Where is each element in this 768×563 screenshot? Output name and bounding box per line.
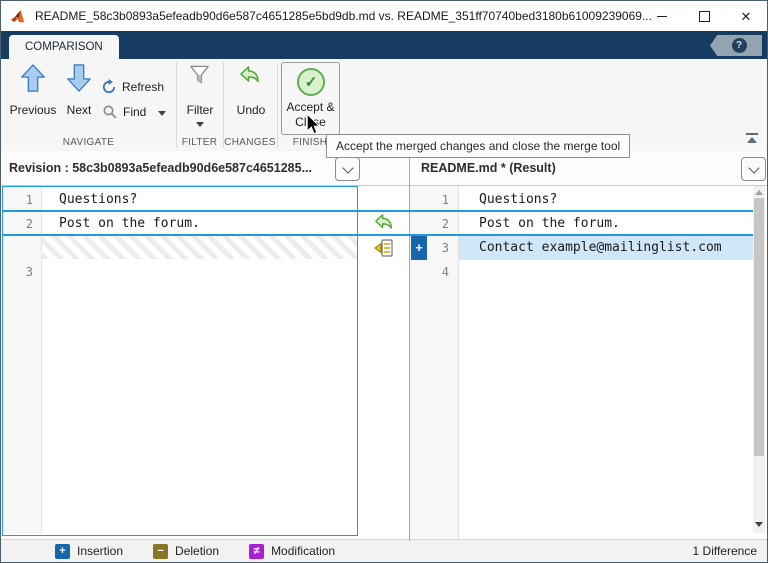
scrollbar-thumb[interactable] [754,198,764,456]
right-line-number: 2 [421,212,449,236]
accept-check-icon: ✓ [297,68,325,96]
minimize-button[interactable] [641,1,683,31]
group-label-filter: FILTER [176,137,223,148]
difference-count: 1 Difference [693,544,757,558]
close-icon: ✕ [741,10,752,23]
modification-icon: ≠ [249,544,264,559]
undo-arrow-icon [238,65,262,87]
merge-change-icon[interactable] [374,238,394,258]
right-pane-menu-button[interactable] [741,157,766,181]
group-separator [223,62,224,148]
insertion-badge: + [411,236,427,260]
left-line-number: 2 [1,212,33,236]
right-code-line[interactable]: Post on the forum. [479,212,620,236]
help-icon: ? [732,38,747,53]
right-line-number: 1 [421,188,449,212]
left-code-line[interactable]: Questions? [59,188,137,212]
left-line-number: 3 [1,260,33,284]
left-code-line[interactable]: Post on the forum. [59,212,200,236]
matlab-logo-icon [10,8,27,25]
right-code-line[interactable]: Contact example@mailinglist.com [479,236,722,260]
filter-button[interactable]: Filter [179,103,221,117]
left-pane-title: Revision : 58c3b0893a5efeadb90d6e587c465… [9,151,312,185]
find-button[interactable]: Find [123,105,146,119]
filter-funnel-icon [188,64,211,86]
refresh-icon [101,79,117,95]
accept-close-label-line1: Accept & [282,100,339,114]
comparison-code-area: 1 2 3 Questions? Post on the forum. + 1 … [1,186,767,541]
left-pane-menu-button[interactable] [335,157,360,181]
chevron-down-icon [748,162,759,173]
legend-deletion: − Deletion [153,544,219,559]
maximize-button[interactable] [683,1,725,31]
mouse-cursor-icon [305,113,321,135]
undo-change-icon[interactable] [373,213,395,233]
help-button[interactable]: ? [710,35,762,56]
left-line-number: 1 [1,188,33,212]
legend-modification: ≠ Modification [249,544,335,559]
collapse-ribbon-arrow-icon [747,137,757,143]
insertion-icon: + [55,544,70,559]
close-button[interactable]: ✕ [725,1,767,31]
previous-arrow-icon [20,64,46,92]
group-label-changes: CHANGES [223,137,277,148]
search-icon [102,104,118,120]
legend-deletion-label: Deletion [175,544,219,558]
maximize-icon [699,11,710,22]
chevron-down-icon [342,162,353,173]
refresh-button[interactable]: Refresh [122,80,164,94]
legend-modification-label: Modification [271,544,335,558]
collapse-ribbon-icon [746,133,758,135]
right-code-line[interactable]: Questions? [479,188,557,212]
scroll-up-icon[interactable] [755,190,763,195]
minimize-icon [657,16,667,17]
filter-dropdown-icon[interactable] [196,122,204,127]
window-title: README_58c3b0893a5efeadb90d6e587c4651285… [35,9,652,23]
previous-button[interactable]: Previous [5,103,61,117]
right-line-number: 4 [421,260,449,284]
left-missing-line-hatch [42,236,358,259]
selected-diff-bottom-line [2,234,753,236]
find-dropdown-icon[interactable] [158,111,166,116]
collapse-ribbon-button[interactable] [745,133,759,143]
group-label-navigate: NAVIGATE [1,137,176,148]
vertical-scrollbar[interactable] [753,186,765,533]
tooltip: Accept the merged changes and close the … [326,134,630,158]
tab-comparison[interactable]: COMPARISON [9,35,119,59]
undo-button[interactable]: Undo [227,103,275,117]
left-line-number-gutter [3,187,42,534]
legend-insertion-label: Insertion [77,544,123,558]
scroll-down-icon[interactable] [755,522,763,527]
status-bar: + Insertion − Deletion ≠ Modification 1 … [1,539,767,562]
next-button[interactable]: Next [59,103,99,117]
deletion-icon: − [153,544,168,559]
window-controls: ✕ [641,1,767,31]
ribbon-tab-strip: COMPARISON ? [1,31,767,59]
next-arrow-icon [66,64,92,92]
group-separator [277,62,278,148]
selected-diff-top-line [2,210,753,212]
legend-insertion: + Insertion [55,544,123,559]
title-bar: README_58c3b0893a5efeadb90d6e587c4651285… [1,1,767,31]
group-separator [176,62,177,148]
